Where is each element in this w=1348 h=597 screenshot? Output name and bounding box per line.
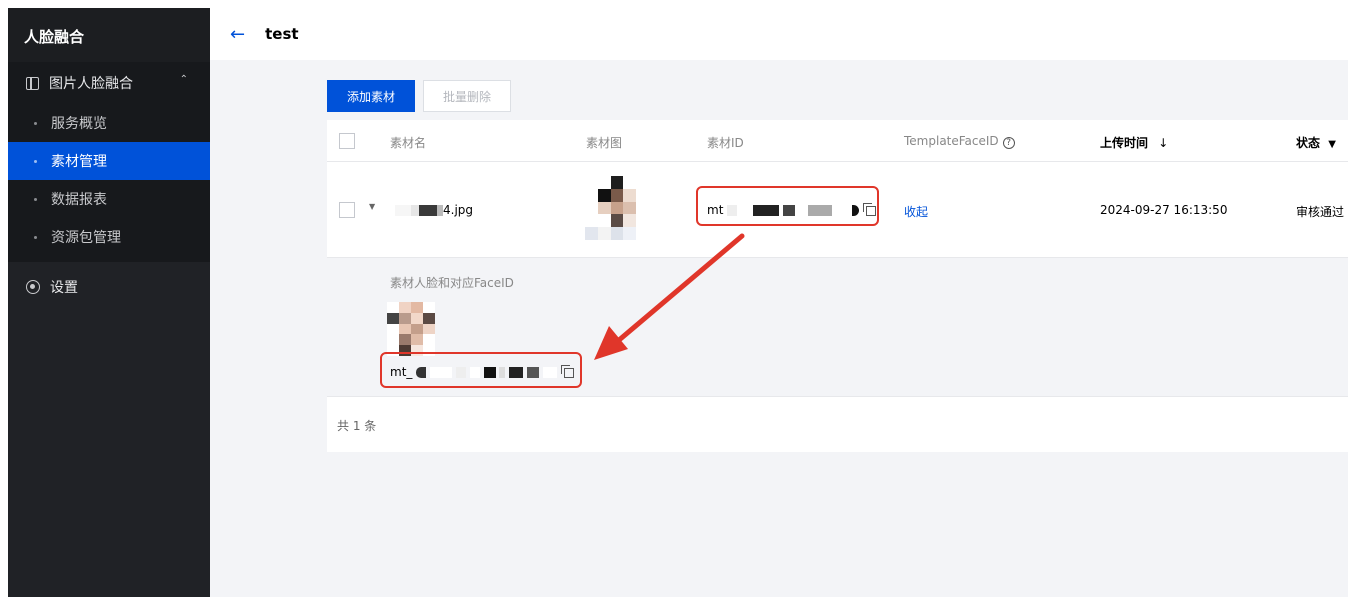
face-thumbnail[interactable] [387, 302, 435, 356]
sidebar-item-label: 素材管理 [51, 154, 107, 170]
chevron-up-icon: ⌃ [179, 74, 188, 85]
sidebar-item-label: 服务概览 [51, 116, 107, 132]
column-upload-time-label: 上传时间 [1100, 136, 1149, 150]
select-all-checkbox[interactable] [339, 133, 355, 149]
toolbar: 添加素材 批量删除 [327, 80, 512, 112]
add-material-button[interactable]: 添加素材 [327, 80, 416, 112]
sidebar-item-label: 数据报表 [51, 192, 107, 208]
column-id: 素材ID [707, 136, 744, 150]
sort-arrow-icon[interactable]: ↓ [1158, 136, 1168, 150]
material-table: 素材名 素材图 素材ID TemplateFaceID? 上传时间 ↓ 状态 ▼… [327, 120, 1348, 452]
bullet-icon [34, 159, 37, 163]
column-upload-time[interactable]: 上传时间 ↓ [1100, 134, 1168, 151]
expanded-row-detail: 素材人脸和对应FaceID mt_ [327, 258, 1348, 396]
sidebar-group: 图片人脸融合 ⌃ 服务概览 素材管理 数据报表 资源包管理 [8, 62, 210, 262]
sidebar-group-image-face-fusion[interactable]: 图片人脸融合 ⌃ [8, 62, 210, 104]
sidebar-item-settings[interactable]: 设置 [8, 266, 210, 308]
column-status-label: 状态 [1296, 136, 1321, 150]
material-thumbnail[interactable] [585, 176, 649, 240]
sidebar-item-data-report[interactable]: 数据报表 [8, 180, 210, 218]
sidebar-item-overview[interactable]: 服务概览 [8, 104, 210, 142]
table-row: ▼ 4.jpg mt 收起 2024-09-27 16:13:50 审核通过 [327, 162, 1348, 258]
sidebar-item-label: 资源包管理 [51, 230, 121, 246]
column-name: 素材名 [390, 136, 427, 150]
row-checkbox[interactable] [339, 202, 355, 218]
material-name-suffix: 4.jpg [443, 203, 474, 217]
bullet-icon [34, 121, 37, 125]
expanded-label: 素材人脸和对应FaceID [390, 276, 514, 290]
annotation-highlight-face-id [380, 352, 582, 388]
table-header: 素材名 素材图 素材ID TemplateFaceID? 上传时间 ↓ 状态 ▼ [327, 120, 1348, 162]
collapse-link[interactable]: 收起 [904, 203, 928, 220]
top-strip [0, 0, 1348, 8]
expand-toggle-icon[interactable]: ▼ [369, 202, 375, 211]
back-arrow-icon[interactable]: ← [230, 24, 245, 45]
column-template-face-id: TemplateFaceID? [904, 134, 1015, 149]
sidebar-settings-label: 设置 [50, 280, 78, 296]
redacted-block [411, 205, 419, 216]
upload-time: 2024-09-27 16:13:50 [1100, 203, 1228, 217]
column-template-face-id-label: TemplateFaceID [904, 134, 999, 148]
bullet-icon [34, 235, 37, 239]
main-content: ← test 添加素材 批量删除 素材名 素材图 素材ID TemplateFa… [210, 8, 1348, 597]
settings-icon [26, 280, 40, 294]
page-header: ← test [210, 8, 1348, 60]
page-title: test [265, 25, 299, 43]
annotation-highlight-material-id [696, 186, 879, 226]
panel-icon [26, 76, 39, 90]
column-image: 素材图 [586, 136, 623, 150]
sidebar-item-material-management[interactable]: 素材管理 [8, 142, 210, 180]
bullet-icon [34, 197, 37, 201]
material-name: 4.jpg [395, 203, 473, 217]
sidebar-group-label: 图片人脸融合 [49, 76, 133, 92]
sidebar-brand: 人脸融合 [8, 8, 210, 62]
redacted-block [395, 205, 411, 216]
total-count: 共 1 条 [337, 419, 377, 433]
batch-delete-button[interactable]: 批量删除 [423, 80, 512, 112]
filter-icon[interactable]: ▼ [1328, 139, 1336, 150]
help-icon[interactable]: ? [1002, 137, 1015, 149]
status-text: 审核通过 [1296, 205, 1345, 219]
sidebar: 人脸融合 图片人脸融合 ⌃ 服务概览 素材管理 数据报表 资源包管理 设置 [8, 8, 210, 597]
table-footer: 共 1 条 [327, 396, 1348, 452]
redacted-block [419, 205, 437, 216]
sidebar-item-resource-package[interactable]: 资源包管理 [8, 218, 210, 256]
column-status[interactable]: 状态 ▼ [1296, 134, 1336, 151]
